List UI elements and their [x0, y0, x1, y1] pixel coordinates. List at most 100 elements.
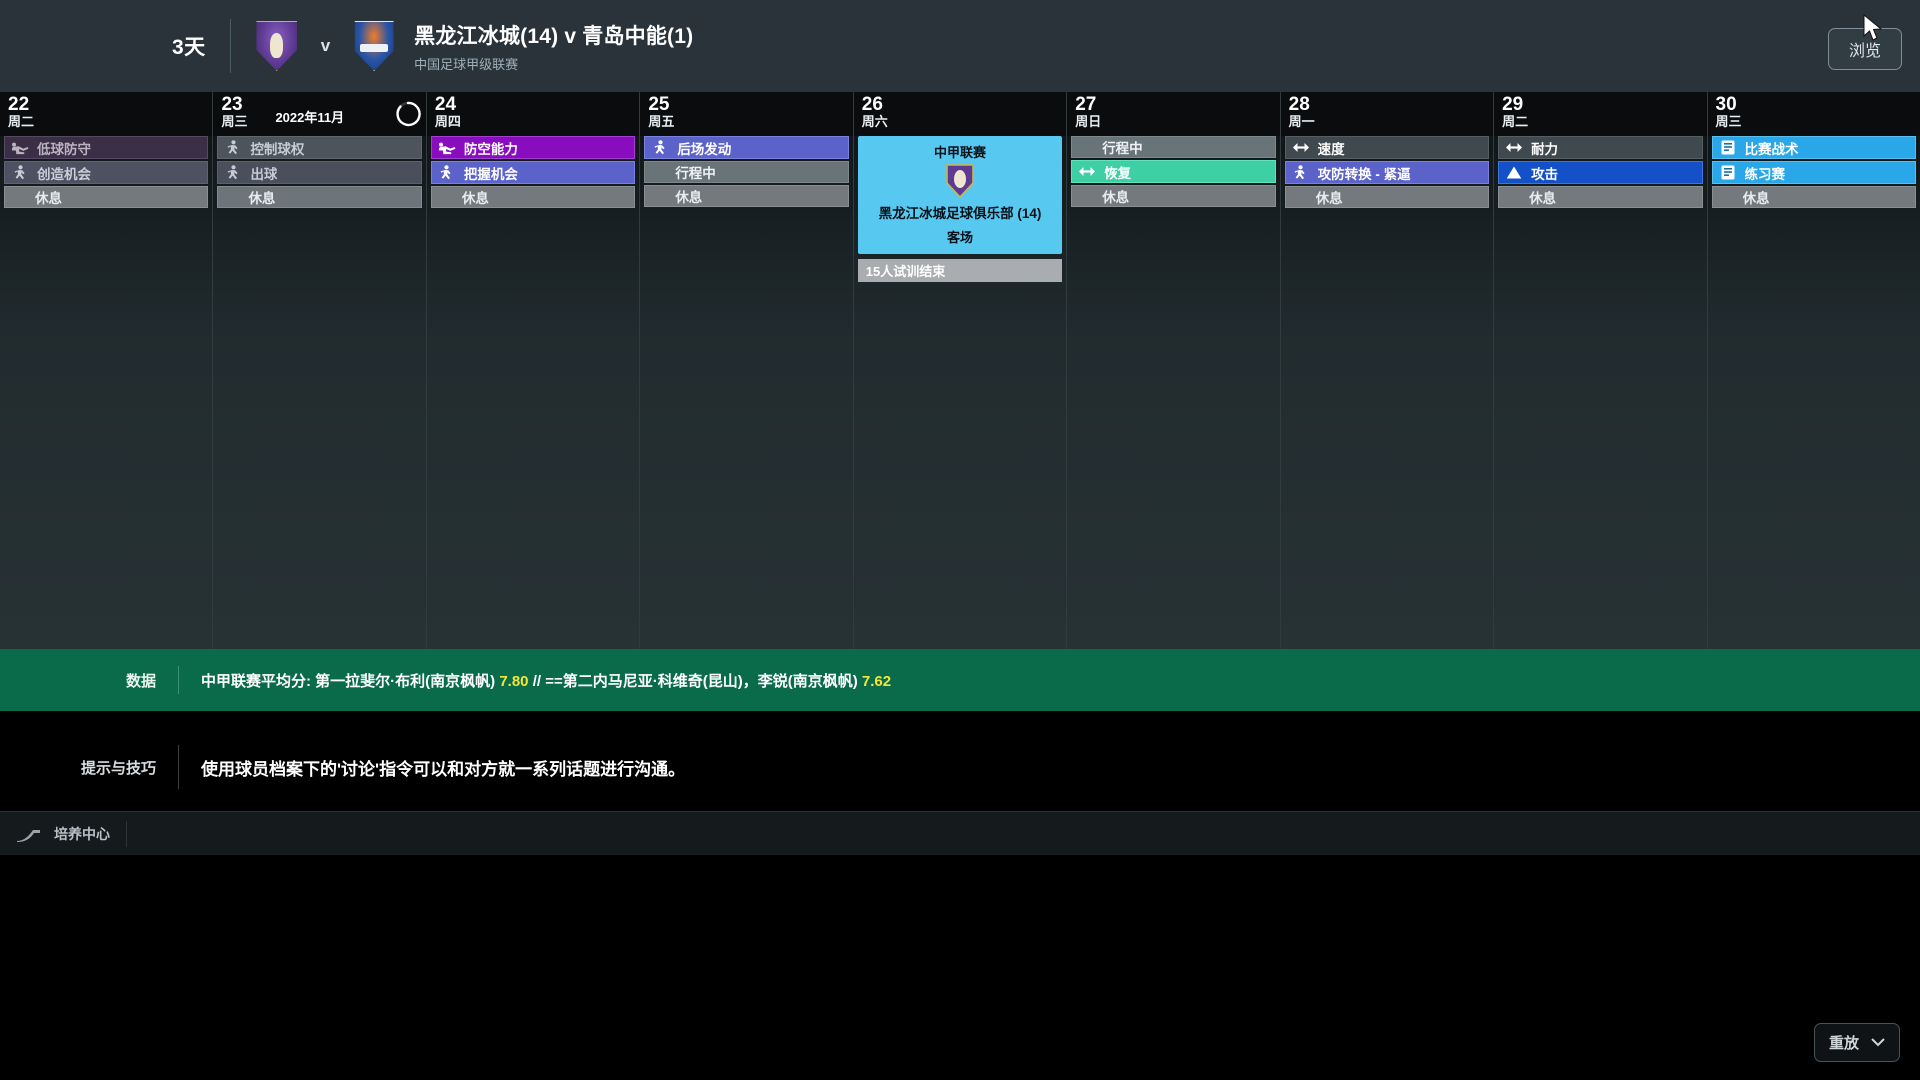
- training-session-list: 速度 攻防转换 - 紧逼 休息: [1281, 136, 1493, 210]
- calendar-day-header: 28 周一: [1280, 92, 1494, 136]
- training-session-cell[interactable]: 休息: [4, 186, 209, 208]
- trial-end-label: 15人试训结束: [865, 264, 946, 279]
- calendar-day-number: 29: [1502, 94, 1524, 115]
- data-text-prefix: 中甲联赛平均分: 第一拉斐尔·布利(南京枫帆): [201, 672, 500, 690]
- match-opponent-team: 黑龙江冰城足球俱乐部 (14): [878, 206, 1042, 221]
- calendar-day-number: 23: [221, 94, 243, 115]
- sidebar-item-development-centre[interactable]: 培养中心: [0, 812, 126, 856]
- training-session-cell[interactable]: 行程中: [1071, 136, 1276, 158]
- footer-nav: 培养中心: [0, 811, 1920, 855]
- training-session-list: 控制球权出球休息: [213, 136, 425, 210]
- training-session-label: 恢复: [1104, 165, 1132, 181]
- training-session-cell[interactable]: 休息: [644, 185, 849, 207]
- training-session-cell[interactable]: 出球: [217, 161, 422, 184]
- calendar-day-column[interactable]: 26 周六中甲联赛黑龙江冰城足球俱乐部 (14) 客场 15人试训结束: [853, 92, 1068, 649]
- match-fixture-cell[interactable]: 中甲联赛黑龙江冰城足球俱乐部 (14) 客场: [857, 136, 1063, 254]
- training-session-cell[interactable]: 控制球权: [217, 136, 422, 159]
- tips-label: 提示与技巧: [80, 759, 156, 777]
- fixture-competition: 中国足球甲级联赛: [414, 56, 519, 72]
- training-session-label: 休息: [35, 191, 62, 206]
- training-session-label: 把握机会: [463, 166, 518, 182]
- training-session-cell[interactable]: 防空能力: [430, 136, 636, 159]
- calendar-month-label: 2022年11月: [275, 110, 345, 125]
- calendar-day-column[interactable]: 22 周二 低球防守 创造机会 休息: [0, 92, 214, 649]
- training-session-label: 攻击: [1531, 166, 1559, 182]
- app-root: 3天 v 黑龙江冰城(14) v 青岛中能(1) 中国足球甲级联赛 浏览 22 周…: [0, 0, 1920, 1080]
- sidebar-item-label: 培养中心: [54, 825, 110, 842]
- training-session-cell[interactable]: 休息: [430, 186, 636, 208]
- calendar-day-column[interactable]: 27 周日 行程中 恢复 休息: [1067, 92, 1281, 649]
- trial-end-event[interactable]: 15人试训结束: [857, 259, 1063, 282]
- training-session-label: 休息: [248, 191, 276, 206]
- training-session-label: 出球: [250, 166, 278, 182]
- calendar-day-column[interactable]: 25 周五 后场发动 行程中休息: [640, 92, 854, 649]
- data-text-middle: // ==第二内马尼亚·科维奇(昆山)，李锐(南京枫帆): [528, 672, 862, 690]
- training-session-cell[interactable]: 休息: [217, 186, 422, 208]
- training-session-cell[interactable]: 后场发动: [644, 136, 849, 159]
- match-venue: 客场: [946, 230, 973, 245]
- versus-label: v: [320, 36, 331, 55]
- data-value-first: 7.80: [499, 672, 529, 690]
- training-session-list: 比赛战术 练习赛休息: [1708, 136, 1920, 210]
- training-session-cell[interactable]: 休息: [1071, 185, 1276, 207]
- calendar-day-column[interactable]: 29 周二 耐力 攻击 休息: [1494, 92, 1708, 649]
- calendar-day-header: 23 周三 2022年11月: [213, 92, 426, 136]
- training-session-cell[interactable]: 攻防转换 - 紧逼: [1284, 161, 1490, 184]
- calendar-day-number: 28: [1288, 94, 1310, 115]
- calendar-day-column[interactable]: 28 周一 速度 攻防转换 - 紧逼 休息: [1280, 92, 1495, 649]
- calendar-day-number: 27: [1075, 94, 1097, 115]
- training-session-label: 休息: [1529, 191, 1557, 206]
- training-session-label: 低球防守: [37, 141, 91, 157]
- training-session-cell[interactable]: 速度: [1284, 136, 1490, 159]
- replay-dropdown[interactable]: 重放: [1813, 1023, 1900, 1062]
- arrows-horizontal-icon: [1505, 140, 1523, 155]
- calendar-day-number: 25: [648, 94, 670, 115]
- player-run-icon: [438, 164, 456, 180]
- browse-button[interactable]: 浏览: [1828, 28, 1902, 70]
- player-tackle-icon: [11, 140, 29, 155]
- match-competition: 中甲联赛: [933, 145, 986, 160]
- training-session-cell[interactable]: 耐力: [1498, 136, 1703, 159]
- clipboard-icon: [1719, 140, 1737, 155]
- calendar-day-header: 25 周五: [640, 92, 853, 136]
- calendar-day-header: 24 周四: [426, 92, 640, 136]
- player-run-icon: [224, 139, 242, 155]
- calendar-day-header: 29 周二: [1494, 92, 1707, 136]
- data-news-bar: 数据 中甲联赛平均分: 第一拉斐尔·布利(南京枫帆) 7.80 // ==第二内…: [0, 649, 1920, 711]
- training-session-list: 低球防守创造机会休息: [0, 136, 212, 210]
- training-session-cell[interactable]: 休息: [1711, 186, 1916, 208]
- training-session-label: 休息: [1742, 191, 1770, 206]
- training-session-cell[interactable]: 行程中: [644, 161, 849, 183]
- player-run-icon: [11, 164, 29, 180]
- training-session-cell[interactable]: 练习赛: [1711, 161, 1916, 184]
- training-session-cell[interactable]: 把握机会: [430, 161, 636, 184]
- training-session-cell[interactable]: 休息: [1284, 186, 1490, 208]
- data-bar-label: 数据: [125, 672, 156, 690]
- calendar-day-weekday: 周二: [1502, 114, 1529, 129]
- calendar-day-column[interactable]: 23 周三 2022年11月 控制球权出球休息: [213, 92, 427, 649]
- fixture-info: 黑龙江冰城(14) v 青岛中能(1) 中国足球甲级联赛: [414, 20, 693, 73]
- training-session-label: 休息: [675, 190, 703, 205]
- tips-bar: 提示与技巧 使用球员档案下的'讨论'指令可以和对方就一系列话题进行沟通。: [0, 711, 1920, 823]
- calendar-day-column[interactable]: 30 周三 比赛战术 练习赛 休息: [1707, 92, 1920, 649]
- training-session-cell[interactable]: 休息: [1498, 186, 1703, 208]
- training-session-cell[interactable]: 比赛战术: [1711, 136, 1916, 159]
- training-session-cell[interactable]: 攻击: [1498, 161, 1703, 184]
- training-session-list: 耐力 攻击 休息: [1494, 136, 1706, 210]
- arrows-horizontal-icon: [1292, 140, 1310, 155]
- training-session-cell[interactable]: 恢复: [1071, 160, 1276, 183]
- training-session-cell[interactable]: 低球防守: [4, 136, 209, 159]
- training-session-label: 耐力: [1531, 141, 1559, 157]
- training-session-label: 行程中: [1102, 141, 1143, 156]
- chevron-down-icon: [1871, 1034, 1885, 1051]
- bottom-panel: 重放: [0, 855, 1920, 1080]
- training-session-list: 后场发动 行程中休息: [640, 136, 852, 209]
- training-session-list: 防空能力把握机会休息: [427, 136, 639, 210]
- training-session-cell[interactable]: 创造机会: [4, 161, 209, 184]
- calendar-day-number: 26: [861, 94, 883, 115]
- calendar-day-number: 24: [434, 94, 457, 115]
- growth-curve-icon: [16, 826, 42, 842]
- calendar-day-column[interactable]: 24 周四 防空能力把握机会休息: [426, 92, 641, 649]
- calendar-day-weekday: 周六: [861, 114, 888, 129]
- refresh-circle-icon[interactable]: [393, 99, 423, 129]
